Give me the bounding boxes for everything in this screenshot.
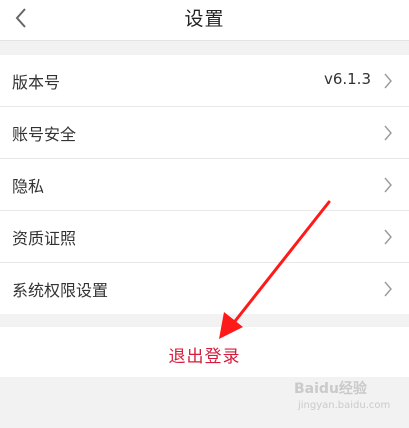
watermark-url: jingyan.baidu.com: [298, 400, 391, 411]
version-value: v6.1.3: [323, 70, 371, 88]
logout-section: 退出登录: [0, 327, 409, 377]
chevron-right-icon: [384, 229, 392, 245]
settings-item-label: 系统权限设置: [12, 281, 109, 300]
chevron-right-icon: [384, 281, 392, 297]
settings-item-label: 资质证照: [12, 229, 77, 248]
chevron-right-icon: [384, 125, 392, 141]
chevron-right-icon: [384, 73, 392, 89]
watermark-brand: Baidu经验: [294, 381, 367, 397]
settings-item-label: 隐私: [12, 177, 45, 196]
page-title: 设置: [184, 8, 225, 30]
settings-item-label: 版本号: [12, 73, 61, 92]
settings-item-system-permissions[interactable]: 系统权限设置: [0, 263, 409, 314]
settings-item-privacy[interactable]: 隐私: [0, 159, 409, 211]
settings-item-account-security[interactable]: 账号安全: [0, 107, 409, 159]
settings-item-label: 账号安全: [12, 125, 77, 144]
settings-list: 版本号 v6.1.3 账号安全 隐私 资质证照 系统权限设置: [0, 55, 409, 314]
settings-item-version[interactable]: 版本号 v6.1.3: [0, 55, 409, 107]
top-nav-bar: 设置: [0, 0, 409, 41]
settings-item-qualifications[interactable]: 资质证照: [0, 211, 409, 263]
baidu-watermark-logo: Baidu经验 jingyan.baidu.com: [294, 378, 402, 418]
chevron-right-icon: [384, 177, 392, 193]
logout-button[interactable]: 退出登录: [0, 342, 409, 367]
